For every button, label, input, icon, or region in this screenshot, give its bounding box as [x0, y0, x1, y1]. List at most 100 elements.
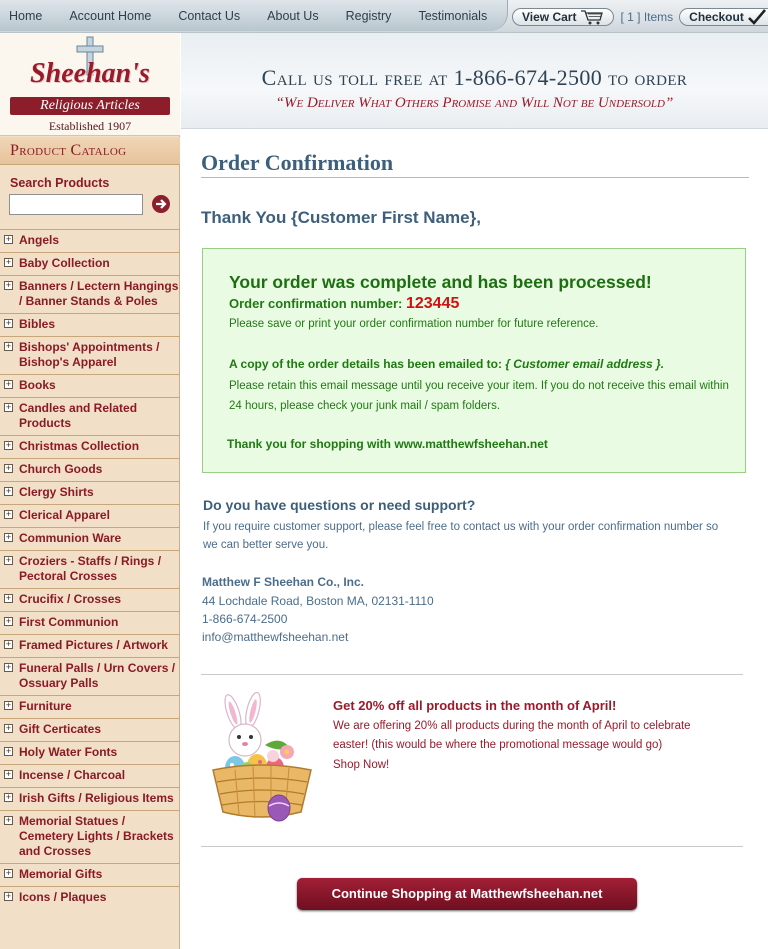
category-label: Christmas Collection	[19, 439, 140, 453]
expand-plus-icon[interactable]: +	[4, 663, 13, 672]
expand-plus-icon[interactable]: +	[4, 701, 13, 710]
checkout-label: Checkout	[689, 10, 744, 24]
category-label: Funeral Palls / Urn Covers / Ossuary Pal…	[19, 661, 176, 690]
expand-plus-icon[interactable]: +	[4, 464, 13, 473]
nav-contact-us-link[interactable]: Contact Us	[178, 9, 240, 23]
expand-plus-icon[interactable]: +	[4, 770, 13, 779]
expand-plus-icon[interactable]: +	[4, 258, 13, 267]
logo-name: Sheehan's	[30, 58, 150, 89]
category-item[interactable]: + Icons / Plaques	[0, 886, 180, 909]
category-item[interactable]: + Banners / Lectern Hangings / Banner Sta…	[0, 275, 180, 313]
category-label: First Communion	[19, 615, 119, 629]
nav-registry-link[interactable]: Registry	[346, 9, 392, 23]
expand-plus-icon[interactable]: +	[4, 617, 13, 626]
expand-plus-icon[interactable]: +	[4, 556, 13, 565]
category-label: Crucifix / Crosses	[19, 592, 122, 606]
category-item[interactable]: + Incense / Charcoal	[0, 764, 180, 787]
expand-plus-icon[interactable]: +	[4, 747, 13, 756]
category-item[interactable]: + Memorial Statues / Cemetery Lights / Br…	[0, 810, 180, 863]
category-item[interactable]: + Irish Gifts / Religious Items	[0, 787, 180, 810]
expand-plus-icon[interactable]: +	[4, 594, 13, 603]
view-cart-button[interactable]: View Cart	[512, 8, 615, 26]
category-item[interactable]: + Clerical Apparel	[0, 504, 180, 527]
category-item[interactable]: + Angels	[0, 229, 180, 252]
category-item[interactable]: + Books	[0, 374, 180, 397]
sheehans-logo[interactable]: Sheehan's Religious Articles Established…	[0, 33, 180, 136]
category-label: Clergy Shirts	[19, 485, 94, 499]
expand-plus-icon[interactable]: +	[4, 724, 13, 733]
category-label: Memorial Statues / Cemetery Lights / Bra…	[19, 814, 174, 858]
category-item[interactable]: + Holy Water Fonts	[0, 741, 180, 764]
nav-about-us-link[interactable]: About Us	[267, 9, 318, 23]
search-go-button[interactable]	[152, 195, 170, 213]
expand-plus-icon[interactable]: +	[4, 403, 13, 412]
promo-heading: Get 20% off all products in the month of…	[333, 698, 617, 713]
category-label: Church Goods	[19, 462, 103, 476]
sidebar: Sheehan's Religious Articles Established…	[0, 33, 180, 949]
category-item[interactable]: + Bishops' Appointments / Bishop's Appare…	[0, 336, 180, 374]
expand-plus-icon[interactable]: +	[4, 793, 13, 802]
banner-slogan: “We Deliver What Others Promise and Will…	[275, 95, 674, 111]
category-label: Books	[19, 378, 56, 392]
category-item[interactable]: + Baby Collection	[0, 252, 180, 275]
category-label: Baby Collection	[19, 256, 110, 270]
category-label: Candles and Related Products	[19, 401, 138, 430]
confirmation-number-label: Order confirmation number:	[229, 296, 403, 311]
category-item[interactable]: + Clergy Shirts	[0, 481, 180, 504]
category-label: Angels	[19, 233, 60, 247]
category-item[interactable]: + Funeral Palls / Urn Covers / Ossuary Pa…	[0, 657, 180, 695]
category-item[interactable]: + Bibles	[0, 313, 180, 336]
category-item[interactable]: + Church Goods	[0, 458, 180, 481]
expand-plus-icon[interactable]: +	[4, 281, 13, 290]
shopping-cart-icon	[581, 10, 604, 25]
category-item[interactable]: + Crucifix / Crosses	[0, 588, 180, 611]
expand-plus-icon[interactable]: +	[4, 235, 13, 244]
email-copy-row: A copy of the order details has been ema…	[229, 357, 664, 371]
thanks-for-shopping: Thank you for shopping with www.matthewf…	[227, 437, 548, 451]
expand-plus-icon[interactable]: +	[4, 533, 13, 542]
cart-items-count[interactable]: [ 1 ] Items	[620, 10, 673, 24]
expand-plus-icon[interactable]: +	[4, 487, 13, 496]
expand-plus-icon[interactable]: +	[4, 342, 13, 351]
category-item[interactable]: + Croziers - Staffs / Rings / Pectoral Cr…	[0, 550, 180, 588]
continue-shopping-button[interactable]: Continue Shopping at Matthewfsheehan.net	[297, 878, 637, 910]
category-item[interactable]: + Candles and Related Products	[0, 397, 180, 435]
category-item[interactable]: + First Communion	[0, 611, 180, 634]
category-item[interactable]: + Furniture	[0, 695, 180, 718]
nav-account-home-link[interactable]: Account Home	[69, 9, 151, 23]
save-number-note: Please save or print your order confirma…	[229, 318, 599, 330]
nav-testimonials-link[interactable]: Testimonials	[418, 9, 487, 23]
category-label: Croziers - Staffs / Rings / Pectoral Cro…	[19, 554, 162, 583]
expand-plus-icon[interactable]: +	[4, 510, 13, 519]
expand-plus-icon[interactable]: +	[4, 319, 13, 328]
order-confirmation-box: Your order was complete and has been pro…	[202, 248, 746, 473]
support-heading: Do you have questions or need support?	[203, 497, 476, 513]
retain-email-note: Please retain this email message until y…	[229, 380, 729, 412]
company-address: 44 Lochdale Road, Boston MA, 02131-1110	[202, 594, 434, 608]
expand-plus-icon[interactable]: +	[4, 816, 13, 825]
expand-plus-icon[interactable]: +	[4, 869, 13, 878]
expand-plus-icon[interactable]: +	[4, 892, 13, 901]
category-item[interactable]: + Framed Pictures / Artwork	[0, 634, 180, 657]
nav-home-link[interactable]: Home	[9, 9, 42, 23]
checkout-button[interactable]: Checkout	[679, 8, 768, 26]
cart-area: View Cart [ 1 ] Items Checkout	[508, 4, 768, 30]
category-item[interactable]: + Gift Certicates	[0, 718, 180, 741]
company-email[interactable]: info@matthewfsheehan.net	[202, 630, 348, 644]
category-item[interactable]: + Communion Ware	[0, 527, 180, 550]
expand-plus-icon[interactable]: +	[4, 441, 13, 450]
expand-plus-icon[interactable]: +	[4, 640, 13, 649]
title-divider	[201, 177, 749, 178]
expand-plus-icon[interactable]: +	[4, 380, 13, 389]
category-item[interactable]: + Memorial Gifts	[0, 863, 180, 886]
checkmark-icon	[747, 9, 766, 25]
divider	[201, 674, 743, 675]
category-label: Icons / Plaques	[19, 890, 107, 904]
category-label: Furniture	[19, 699, 72, 713]
category-label: Bibles	[19, 317, 56, 331]
category-label: Gift Certicates	[19, 722, 102, 736]
search-input[interactable]	[9, 194, 143, 215]
category-label: Irish Gifts / Religious Items	[19, 791, 174, 805]
category-item[interactable]: + Christmas Collection	[0, 435, 180, 458]
shop-now-link[interactable]: Shop Now!	[333, 759, 389, 771]
